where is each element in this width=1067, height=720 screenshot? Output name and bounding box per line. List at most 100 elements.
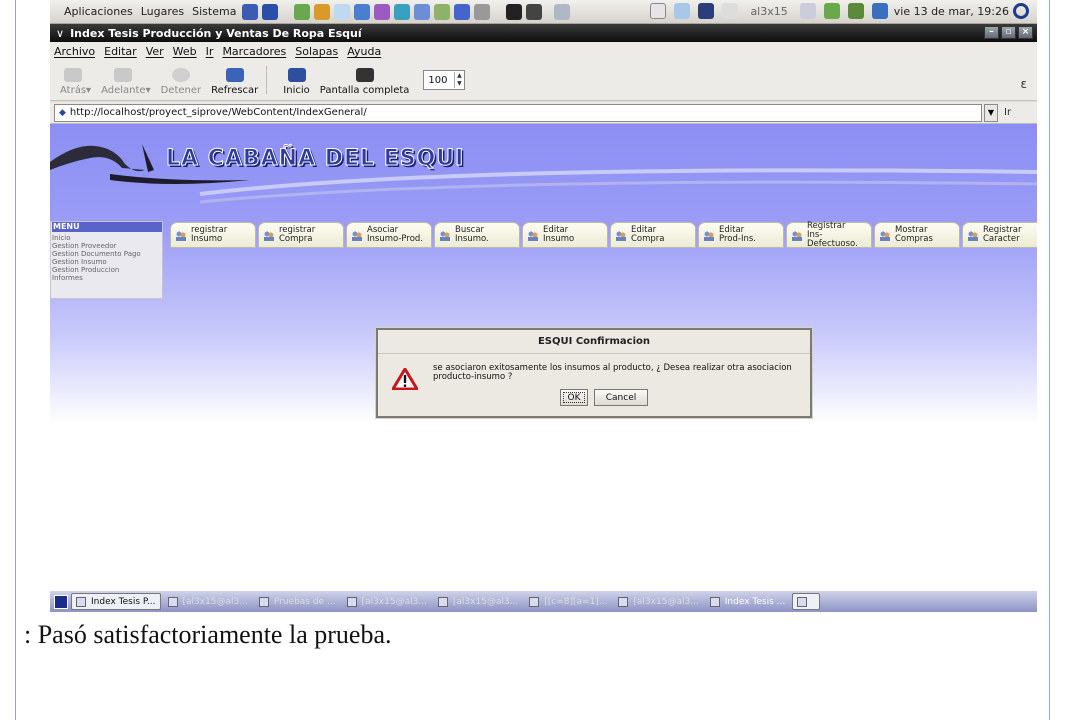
taskbar-item[interactable]: [al3x15@al3... [434,593,522,610]
menu-marcadores[interactable]: Marcadores [222,45,286,58]
launcher-icon[interactable] [334,3,351,20]
window-menu-icon[interactable]: ∨ [56,27,64,40]
users-icon [352,231,362,241]
panel-menu-applications[interactable]: Aplicaciones [64,5,133,18]
menu-ver[interactable]: Ver [146,45,164,58]
address-bar: ◆ http://localhost/proyect_siprove/WebCo… [50,102,1037,124]
fullscreen-button[interactable]: Pantalla completa [319,68,410,96]
taskbar-item[interactable]: [al3x15@al3... [164,593,252,610]
toolbar-separator [266,66,268,94]
menu-solapas[interactable]: Solapas [295,45,338,58]
forward-history-icon[interactable]: ▾ [146,85,151,96]
tab-mostrar-compras[interactable]: Mostrar Compras [874,222,960,248]
reload-button[interactable]: Refrescar [211,68,258,96]
taskbar-item[interactable]: [al3x15@al3... [343,593,431,610]
applet-icon[interactable] [674,3,691,19]
network-icon[interactable] [847,3,864,19]
menu-ir[interactable]: Ir [206,45,214,58]
tab-registrar-compra[interactable]: registrar Compra [258,222,344,248]
menubar: Archivo Editar Ver Web Ir Marcadores Sol… [50,42,1037,61]
menu-ayuda[interactable]: Ayuda [347,45,381,58]
url-history-dropdown-icon[interactable]: ▼ [984,103,998,122]
user-switch-icon[interactable] [823,3,840,19]
menu-item-gestion-produccion[interactable]: Gestion Produccion [52,266,162,274]
taskbar-item[interactable] [792,593,821,610]
spin-arrows-icon[interactable]: ▲ ▼ [454,72,463,88]
taskbar-item-label: [al3x15@al3... [182,596,248,607]
window-titlebar[interactable]: ∨ Index Tesis Producción y Ventas De Rop… [50,24,1037,42]
launcher-icon[interactable] [434,3,451,20]
taskbar-item[interactable]: [al3x15@al3... [614,593,702,610]
applet-icon[interactable] [650,3,667,19]
launcher-icon[interactable] [454,3,471,20]
taskbar-item[interactable]: Index Tesis ... [706,593,789,610]
tab-registrar-insumo[interactable]: registrar Insumo [170,222,256,248]
launcher-icon[interactable] [354,3,371,20]
update-icon[interactable] [871,3,888,19]
menu-item-gestion-documento-pago[interactable]: Gestion Documento Pago [52,250,162,258]
launcher-icon[interactable] [506,3,523,20]
dialog-title: ESQUI Confirmacion [378,330,810,354]
menu-item-gestion-proveedor[interactable]: Gestion Proveedor [52,242,162,250]
tab-buscar-insumo[interactable]: Buscar Insumo. [434,222,520,248]
terminal-icon [618,596,629,607]
mail-icon[interactable] [799,3,816,19]
stop-label: Detener [160,85,202,96]
ok-button[interactable]: OK [560,389,588,406]
fullscreen-label: Pantalla completa [319,85,410,96]
applet-icon[interactable] [698,3,715,19]
clock[interactable]: vie 13 de mar, 19:26 [894,5,1009,18]
menu-archivo[interactable]: Archivo [54,45,95,58]
launcher-icon[interactable] [294,3,311,20]
launcher-icon[interactable] [242,3,259,20]
menu-editar[interactable]: Editar [104,45,137,58]
panel-menu-system[interactable]: Sistema [192,5,236,18]
panel-menu-places[interactable]: Lugares [141,5,184,18]
cancel-button[interactable]: Cancel [594,389,648,406]
tab-editar-prod-ins[interactable]: Editar Prod-Ins. [698,222,784,248]
zoom-spinner[interactable]: 100 ▲ ▼ [423,70,466,90]
taskbar-item-label: [al3x15@al3... [361,596,427,607]
tab-label: Compras [895,234,933,244]
zoom-value: 100 [428,74,448,86]
home-button[interactable]: Inicio [283,68,310,96]
launcher-icon[interactable] [394,3,411,20]
sail-icon [142,144,154,172]
launcher-icon[interactable] [554,3,571,20]
tab-editar-insumo[interactable]: Editar Insumo [522,222,608,248]
stop-button[interactable]: Detener [160,68,202,96]
menu-item-inicio[interactable]: Inicio [52,234,162,242]
applet-icon[interactable] [722,3,739,19]
url-input[interactable]: ◆ http://localhost/proyect_siprove/WebCo… [54,103,982,122]
back-button[interactable]: Atrás [60,68,86,96]
taskbar-item[interactable]: Index Tesis P... [71,593,161,610]
launcher-icon[interactable] [374,3,391,20]
side-menu: MENU Inicio Gestion Proveedor Gestion Do… [50,221,163,299]
forward-button[interactable]: Adelante [101,68,146,96]
power-icon[interactable] [1013,3,1029,19]
tab-asociar-insumo-prod[interactable]: Asociar Insumo-Prod. [346,222,432,248]
tab-editar-compra[interactable]: Editar Compra [610,222,696,248]
taskbar-item[interactable]: Pruebas de ... [255,593,340,610]
side-menu-title: MENU [52,222,162,232]
back-history-icon[interactable]: ▾ [86,85,91,96]
maximize-icon[interactable]: ▫ [1001,26,1016,39]
go-button[interactable]: Ir [1004,107,1011,118]
tab-label: Prod-Ins. [719,234,756,244]
tab-registrar-caracter[interactable]: Registrar Caracter [962,222,1037,248]
word-processor-icon[interactable] [262,3,279,20]
launcher-icon[interactable] [474,3,491,20]
launcher-icon[interactable] [314,3,331,20]
menu-item-gestion-insumo[interactable]: Gestion Insumo [52,258,162,266]
show-desktop-icon[interactable] [54,594,68,609]
taskbar-item[interactable]: [[c=8][a=1]... [525,593,611,610]
launcher-icon[interactable] [526,3,543,20]
menu-web[interactable]: Web [173,45,197,58]
taskbar-item-label: [al3x15@al3... [633,596,699,607]
close-icon[interactable]: × [1018,26,1033,39]
minimize-icon[interactable]: – [984,26,999,39]
launcher-icon[interactable] [414,3,431,20]
tab-registrar-ins-defectuoso[interactable]: Registrar Ins-Defectuoso. [786,221,872,248]
window-icon [76,596,86,607]
menu-item-informes[interactable]: Informes [52,274,162,282]
